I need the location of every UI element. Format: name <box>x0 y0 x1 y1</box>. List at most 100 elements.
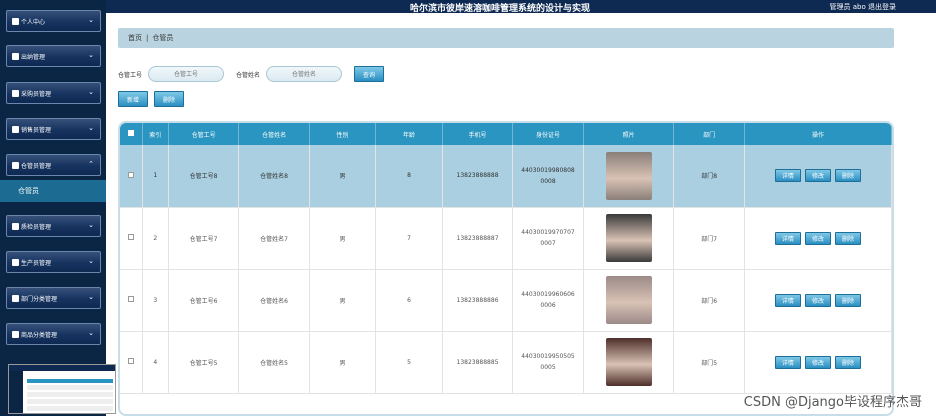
edit-button[interactable]: 修改 <box>804 169 831 183</box>
breadcrumb-current: 仓管员 <box>152 34 174 42</box>
table-header: 索引 仓管工号 仓管姓名 性别 年龄 手机号 身份证号 照片 部门 操作 <box>120 123 892 145</box>
cell-phone: 13823888888 <box>442 145 514 208</box>
cell-code: 仓管工号8 <box>168 145 240 208</box>
monitor-icon <box>12 53 19 60</box>
breadcrumb-separator: | <box>146 34 149 42</box>
idcard-line2: 0005 <box>540 364 556 371</box>
search-row: 仓管工号 仓管姓名 查询 <box>118 65 385 83</box>
sidebar-item-purchaser[interactable]: 采购员管理 ⌄ <box>6 82 101 104</box>
header-photo: 照片 <box>583 123 675 145</box>
cell-index: 2 <box>142 207 169 270</box>
name-label: 仓管姓名 <box>236 71 261 79</box>
name-input[interactable] <box>266 66 343 82</box>
chevron-down-icon: ⌄ <box>88 221 94 229</box>
row-checkbox[interactable] <box>120 207 143 270</box>
cell-gender: 男 <box>309 269 377 332</box>
checkbox-icon[interactable] <box>127 171 134 178</box>
avatar <box>605 276 652 324</box>
chevron-down-icon: ⌄ <box>88 16 94 24</box>
sidebar-item-label: 销售员管理 <box>21 126 52 134</box>
chevron-down-icon: ⌄ <box>88 88 94 96</box>
cell-age: 8 <box>375 145 443 208</box>
sidebar-item-production[interactable]: 生产员管理 ⌄ <box>6 251 101 273</box>
code-input[interactable] <box>148 66 225 82</box>
detail-button[interactable]: 详情 <box>774 355 801 369</box>
sidebar-subitem-warehouse-keeper[interactable]: 仓管员 <box>0 180 106 202</box>
cell-ops: 详情 修改 删除 <box>744 207 892 270</box>
edit-button[interactable]: 修改 <box>804 293 831 307</box>
breadcrumb: 首页 | 仓管员 <box>118 28 894 48</box>
header-select-all[interactable] <box>120 123 143 145</box>
detail-button[interactable]: 详情 <box>774 293 801 307</box>
cell-index: 4 <box>142 331 169 394</box>
sidebar-item-warehouse[interactable]: 仓管员管理 ⌃ <box>6 154 101 176</box>
sidebar-item-sales[interactable]: 销售员管理 ⌄ <box>6 118 101 140</box>
cell-dept: 部门8 <box>673 145 745 208</box>
header-name: 仓管姓名 <box>238 123 310 145</box>
table-row[interactable]: 2 仓管工号7 仓管姓名7 男 7 13823888887 44030019970707 00… <box>120 207 892 270</box>
row-delete-button[interactable]: 删除 <box>834 231 861 245</box>
idcard-line1: 44030019950505 <box>521 353 575 360</box>
cell-name: 仓管姓名8 <box>238 145 310 208</box>
sidebar-item-dept-category[interactable]: 部门分类管理 ⌄ <box>6 287 101 309</box>
detail-button[interactable]: 详情 <box>774 231 801 245</box>
sidebar-item-label: 部门分类管理 <box>21 295 58 303</box>
sidebar-item-profile[interactable]: 个人中心 ⌄ <box>6 10 101 32</box>
chevron-down-icon: ⌄ <box>88 257 94 265</box>
send-icon <box>12 162 19 169</box>
watermark: CSDN @Django毕设程序杰哥 <box>743 395 922 410</box>
sidebar-item-label: 采购员管理 <box>21 90 52 98</box>
add-button[interactable]: 新增 <box>118 91 149 107</box>
idcard-line2: 0008 <box>540 177 556 185</box>
monitor-icon <box>12 223 19 230</box>
header-age: 年龄 <box>375 123 443 145</box>
film-icon <box>12 259 19 266</box>
checkbox-icon[interactable] <box>127 130 134 136</box>
row-checkbox[interactable] <box>120 269 143 332</box>
sidebar-item-label: 出纳管理 <box>21 53 46 61</box>
logout-link[interactable]: 退出登录 <box>868 3 896 11</box>
row-checkbox[interactable] <box>120 145 143 208</box>
table-row[interactable]: 1 仓管工号8 仓管姓名8 男 8 13823888888 44030019980808 00… <box>120 145 892 208</box>
code-label: 仓管工号 <box>118 71 143 79</box>
table-row[interactable]: 3 仓管工号6 仓管姓名6 男 6 13823888886 44030019960606 00… <box>120 269 892 332</box>
top-bar: 哈尔滨市彼岸速溶咖啡管理系统的设计与实现 管理员 abo 退出登录 <box>0 0 936 14</box>
checkbox-icon[interactable] <box>127 358 134 364</box>
edit-button[interactable]: 修改 <box>804 355 831 369</box>
sidebar: 个人中心 ⌄ 出纳管理 ⌄ 采购员管理 ⌄ 销售员管理 ⌄ 仓管员管理 ⌃ 仓管员 质检员… <box>0 0 106 416</box>
delete-button[interactable]: 删除 <box>154 91 185 107</box>
cell-dept: 部门7 <box>673 207 745 270</box>
idcard-line1: 44030019960606 <box>521 291 575 298</box>
cell-ops: 详情 修改 删除 <box>744 145 892 208</box>
header-gender: 性别 <box>309 123 377 145</box>
cell-gender: 男 <box>309 145 377 208</box>
table-row[interactable]: 4 仓管工号5 仓管姓名5 男 5 13823888885 44030019950505 00… <box>120 331 892 394</box>
cell-phone: 13823888886 <box>442 269 514 332</box>
sidebar-item-cashier[interactable]: 出纳管理 ⌄ <box>6 45 101 67</box>
row-delete-button[interactable]: 删除 <box>834 293 861 307</box>
header-dept: 部门 <box>673 123 745 145</box>
idcard-line2: 0007 <box>540 240 556 247</box>
preview-thumbnail <box>8 364 116 414</box>
row-checkbox[interactable] <box>120 331 143 394</box>
chevron-down-icon: ⌄ <box>88 329 94 337</box>
checkbox-icon[interactable] <box>127 296 134 302</box>
grid-icon <box>12 126 19 133</box>
edit-button[interactable]: 修改 <box>804 231 831 245</box>
checkbox-icon[interactable] <box>127 234 134 240</box>
row-delete-button[interactable]: 删除 <box>834 355 861 369</box>
sidebar-item-label: 个人中心 <box>21 18 46 26</box>
cell-phone: 13823888885 <box>442 331 514 394</box>
detail-button[interactable]: 详情 <box>774 169 801 183</box>
chevron-down-icon: ⌄ <box>88 51 94 59</box>
breadcrumb-home[interactable]: 首页 <box>128 33 142 43</box>
cell-index: 1 <box>142 145 169 208</box>
row-delete-button[interactable]: 删除 <box>834 169 861 183</box>
cell-ops: 详情 修改 删除 <box>744 269 892 332</box>
avatar <box>605 214 652 262</box>
data-table: 索引 仓管工号 仓管姓名 性别 年龄 手机号 身份证号 照片 部门 操作 1 仓管… <box>118 121 894 416</box>
sidebar-item-inspector[interactable]: 质检员管理 ⌄ <box>6 215 101 237</box>
sidebar-item-product-category[interactable]: 商品分类管理 ⌄ <box>6 323 101 345</box>
query-button[interactable]: 查询 <box>354 66 385 82</box>
user-info: 管理员 abo 退出登录 <box>830 2 896 12</box>
